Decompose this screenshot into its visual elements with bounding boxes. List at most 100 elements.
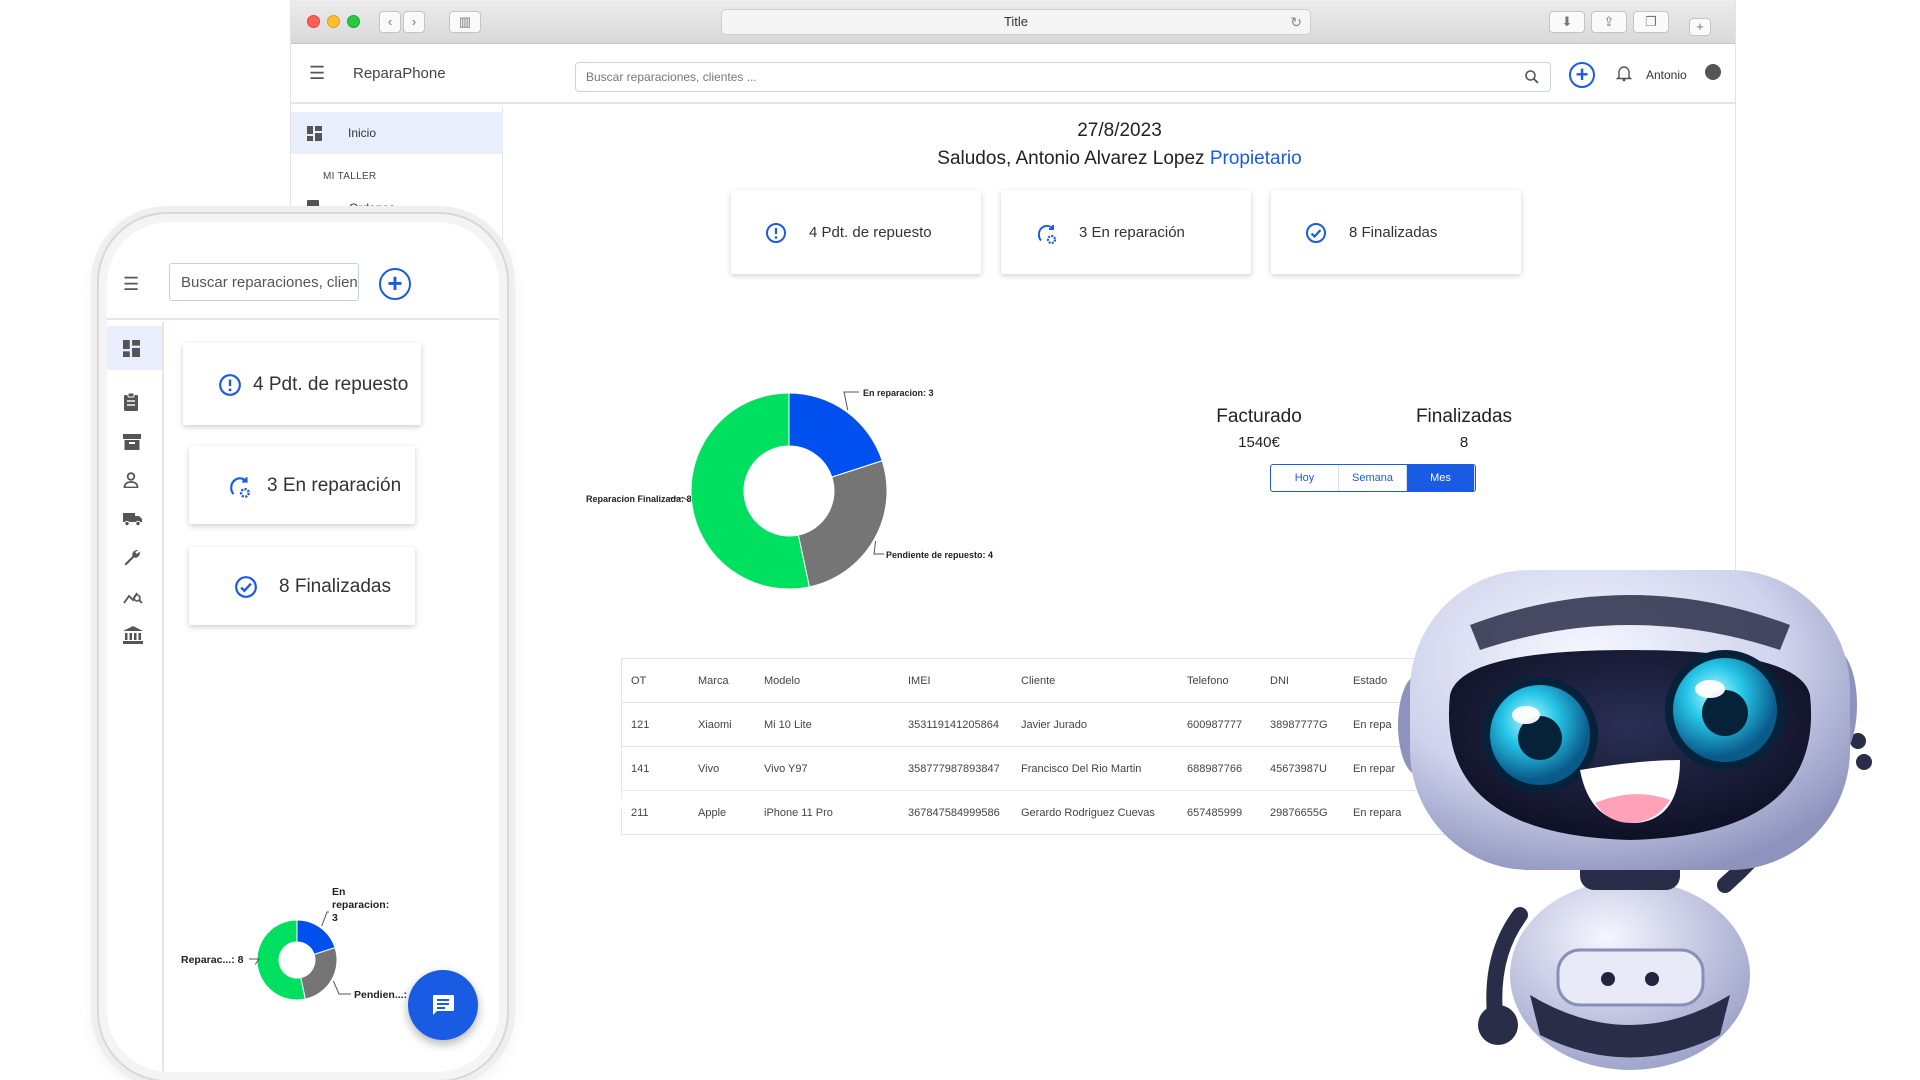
- mobile-nav-dashboard[interactable]: [107, 326, 162, 370]
- column-header[interactable]: DNI: [1270, 675, 1289, 687]
- chat-fab-button[interactable]: [408, 970, 478, 1040]
- app-header: ☰ ReparaPhone + Antonio: [291, 44, 1735, 104]
- donut-data-label: Pendien...:: [354, 989, 407, 1001]
- check-circle-icon: [1306, 223, 1326, 243]
- column-header[interactable]: Cliente: [1021, 675, 1055, 687]
- kpi-label: 3 En reparación: [1079, 224, 1185, 241]
- mobile-kpi-in-repair[interactable]: 3 En reparación: [189, 446, 415, 524]
- search-field[interactable]: [575, 62, 1551, 92]
- cell-telefono: 688987766: [1187, 763, 1243, 775]
- hamburger-menu-icon[interactable]: ☰: [309, 63, 325, 84]
- mobile-search-field[interactable]: [169, 263, 359, 301]
- donut-slice-pendiente-de-repuesto[interactable]: [300, 947, 338, 1000]
- cell-marca: Apple: [698, 807, 727, 819]
- cell-telefono: 657485999: [1187, 807, 1243, 819]
- leader-line: [873, 540, 884, 555]
- sidebar-section-title: MI TALLER: [323, 171, 377, 182]
- mobile-kpi-pending-parts[interactable]: 4 Pdt. de repuesto: [183, 343, 421, 425]
- alert-circle-icon: [219, 374, 241, 396]
- sidebar-item-inicio[interactable]: Inicio: [291, 112, 503, 154]
- reload-icon[interactable]: ↻: [1290, 10, 1302, 34]
- sidebar-item-label: Inicio: [348, 126, 377, 140]
- cell-dni: 38987777G: [1270, 719, 1328, 731]
- add-circle-icon[interactable]: +: [1569, 62, 1595, 88]
- back-button[interactable]: ‹: [379, 11, 401, 33]
- cell-modelo: Vivo Y97: [764, 763, 808, 775]
- leader-line: [321, 911, 329, 927]
- status-donut-chart: En reparacion: 3 Pendiente de repuesto: 4…: [586, 388, 993, 590]
- add-circle-icon[interactable]: +: [379, 268, 411, 300]
- kpi-card-in-repair[interactable]: 3 En reparación: [1001, 190, 1251, 274]
- column-header[interactable]: IMEI: [908, 675, 931, 687]
- dashboard-icon: [123, 340, 140, 357]
- search-input[interactable]: [576, 63, 1453, 91]
- cell-imei: 367847584999586: [908, 807, 1000, 819]
- tabs-icon[interactable]: ❐: [1633, 11, 1669, 33]
- cell-cliente: Javier Jurado: [1021, 719, 1088, 731]
- minimize-window-button[interactable]: [327, 15, 340, 28]
- current-date: 27/8/2023: [1077, 120, 1162, 141]
- truck-icon[interactable]: [123, 512, 143, 526]
- share-icon[interactable]: ⇪: [1591, 11, 1627, 33]
- forward-button[interactable]: ›: [403, 11, 425, 33]
- cell-imei: 358777987893847: [908, 763, 1000, 775]
- column-header[interactable]: Modelo: [764, 675, 800, 687]
- wrench-icon[interactable]: [123, 548, 141, 566]
- close-window-button[interactable]: [307, 15, 320, 28]
- user-name[interactable]: Antonio: [1646, 68, 1687, 82]
- download-icon[interactable]: ⬇: [1549, 11, 1585, 33]
- search-icon[interactable]: [1524, 69, 1540, 85]
- archive-icon[interactable]: [123, 434, 141, 450]
- donut-data-label: Pendiente de repuesto: 4: [886, 550, 993, 560]
- phone-mockup: ☰ + 4 Pdt. de repuesto: [97, 212, 509, 1080]
- period-mes-button[interactable]: Mes: [1407, 465, 1475, 491]
- cell-modelo: Mi 10 Lite: [764, 719, 812, 731]
- app-brand: ReparaPhone: [353, 65, 446, 82]
- mobile-search-input[interactable]: [170, 264, 358, 300]
- bank-icon[interactable]: [123, 626, 143, 644]
- hamburger-menu-icon[interactable]: ☰: [123, 274, 139, 295]
- period-hoy-button[interactable]: Hoy: [1271, 465, 1339, 491]
- mobile-kpi-finished[interactable]: 8 Finalizadas: [189, 547, 415, 625]
- clipboard-icon[interactable]: [123, 392, 139, 411]
- window-title: Title: [1003, 14, 1029, 29]
- greeting-text: Saludos, Antonio Alvarez Lopez: [937, 148, 1205, 169]
- facturado-stat: Facturado 1540€: [1194, 406, 1324, 451]
- finalizadas-value: 8: [1459, 434, 1469, 451]
- cell-cliente: Francisco Del Rio Martin: [1021, 763, 1142, 775]
- kpi-card-finished[interactable]: 8 Finalizadas: [1271, 190, 1521, 274]
- donut-data-label: En reparacion: 3: [863, 388, 934, 398]
- person-icon[interactable]: [123, 472, 139, 488]
- sync-gear-icon: [1037, 225, 1057, 245]
- cell-dni: 29876655G: [1270, 807, 1328, 819]
- account-circle-icon[interactable]: [1705, 64, 1721, 80]
- donut-slice-pendiente-de-repuesto[interactable]: [797, 460, 888, 588]
- kpi-label: 8 Finalizadas: [1349, 224, 1438, 241]
- donut-data-label: En: [332, 886, 345, 898]
- cell-telefono: 600987777: [1187, 719, 1243, 731]
- cell-ot: 211: [631, 807, 649, 819]
- donut-slice-en-reparacion[interactable]: [788, 392, 883, 478]
- kpi-label: 3 En reparación: [267, 475, 402, 496]
- address-bar[interactable]: Title ↻: [721, 9, 1311, 35]
- column-header[interactable]: OT: [631, 675, 646, 687]
- sidebar-toggle-icon[interactable]: ▥: [449, 11, 481, 33]
- check-circle-icon: [235, 576, 257, 598]
- new-tab-button[interactable]: +: [1689, 18, 1711, 36]
- analytics-icon[interactable]: [123, 588, 143, 604]
- dashboard-icon: [307, 126, 322, 141]
- maximize-window-button[interactable]: [347, 15, 360, 28]
- browser-titlebar: ‹ › ▥ Title ↻ ⬇ ⇪ ❐ +: [291, 0, 1735, 44]
- alert-circle-icon: [766, 223, 786, 243]
- kpi-card-pending-parts[interactable]: 4 Pdt. de repuesto: [731, 190, 981, 274]
- period-semana-button[interactable]: Semana: [1339, 465, 1407, 491]
- cell-imei: 353119141205864: [908, 719, 999, 731]
- bell-icon[interactable]: [1616, 64, 1632, 82]
- user-role: Propietario: [1209, 148, 1302, 169]
- column-header[interactable]: Telefono: [1187, 675, 1229, 687]
- marketing-composition: ‹ › ▥ Title ↻ ⬇ ⇪ ❐ + ☰ ReparaPhone + An…: [0, 0, 1920, 1080]
- column-header[interactable]: Marca: [698, 675, 729, 687]
- kpi-label: 4 Pdt. de repuesto: [253, 374, 409, 395]
- mobile-sidebar: [107, 322, 164, 1072]
- kpi-label: 4 Pdt. de repuesto: [809, 224, 932, 241]
